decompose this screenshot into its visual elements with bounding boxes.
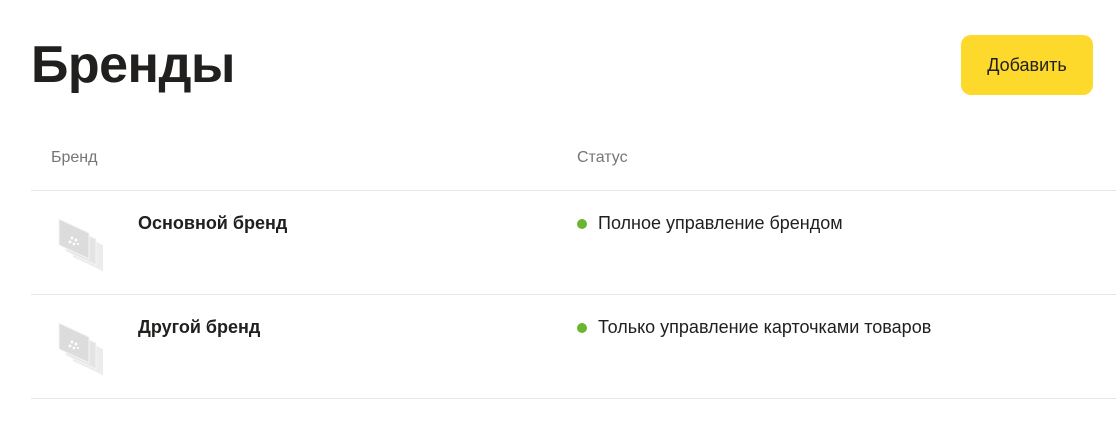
- table-row[interactable]: Другой бренд Только управление карточкам…: [31, 295, 1116, 399]
- brand-placeholder-icon: [57, 213, 107, 271]
- page-title: Бренды: [31, 36, 235, 94]
- status-text: Полное управление брендом: [598, 213, 843, 233]
- column-header-status: Статус: [577, 149, 628, 166]
- brands-page: Бренды Добавить Бренд Статус Основной бр: [0, 0, 1116, 426]
- table-header: Бренд Статус: [31, 134, 1116, 191]
- status-indicator: [577, 322, 587, 333]
- status-indicator: [577, 218, 587, 229]
- brand-status: Полное управление брендом: [577, 213, 843, 234]
- brands-table: Бренд Статус Основной бренд Полное управ…: [31, 134, 1116, 399]
- brand-name: Основной бренд: [138, 213, 288, 233]
- table-row[interactable]: Основной бренд Полное управление брендом: [31, 191, 1116, 295]
- column-header-brand: Бренд: [51, 149, 98, 166]
- status-text: Только управление карточками товаров: [598, 317, 932, 337]
- brand-placeholder-icon: [57, 317, 107, 375]
- brand-name: Другой бренд: [138, 317, 261, 337]
- add-brand-button[interactable]: Добавить: [961, 35, 1093, 95]
- brand-status: Только управление карточками товаров: [577, 317, 931, 338]
